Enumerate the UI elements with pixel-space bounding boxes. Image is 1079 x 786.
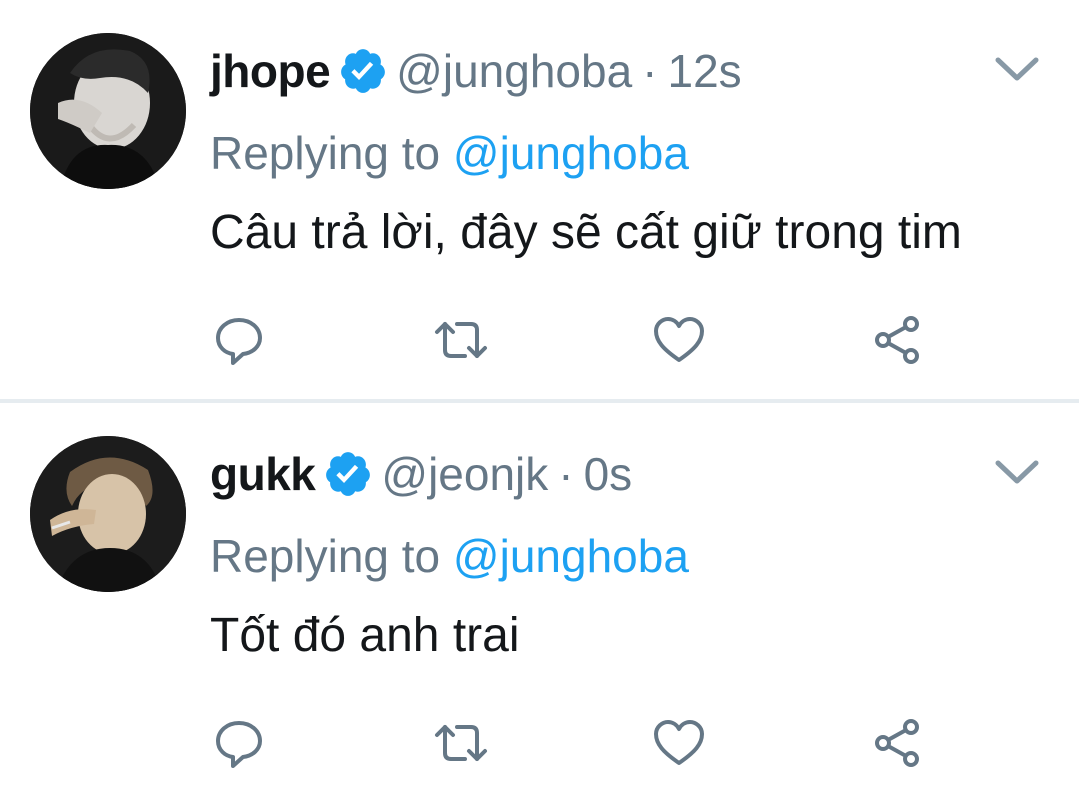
tweet[interactable]: gukk @jeonjk · 0s Replying to @junghoba … [0,403,1079,786]
verified-badge-icon [338,46,388,96]
timestamp[interactable]: 12s [668,44,742,98]
retweet-icon[interactable] [433,715,489,771]
share-icon[interactable] [869,312,925,368]
tweet-header: jhope @junghoba · 12s [210,40,742,102]
tweet-actions [0,715,1079,775]
chevron-down-icon[interactable] [992,455,1042,491]
share-icon[interactable] [869,715,925,771]
heart-icon[interactable] [651,312,707,368]
tweet-actions [0,312,1079,372]
tweet-text: Tốt đó anh trai [210,609,520,662]
reply-icon[interactable] [211,715,267,771]
separator: · [558,448,574,500]
display-name[interactable]: gukk [210,447,316,501]
timestamp[interactable]: 0s [584,447,633,501]
profile-photo [30,33,186,189]
reply-mention-link[interactable]: @junghoba [453,127,689,179]
replying-label: Replying to [210,127,441,179]
profile-photo [30,436,186,592]
replying-to: Replying to @junghoba [210,529,689,583]
replying-to: Replying to @junghoba [210,126,689,180]
avatar[interactable] [30,436,186,592]
reply-icon[interactable] [211,312,267,368]
tweet[interactable]: jhope @junghoba · 12s Replying to @jungh… [0,0,1079,400]
verified-badge-icon [323,449,373,499]
replying-label: Replying to [210,530,441,582]
separator: · [642,45,658,97]
chevron-down-icon[interactable] [992,52,1042,88]
handle[interactable]: @junghoba [396,44,632,98]
handle[interactable]: @jeonjk [381,447,548,501]
avatar[interactable] [30,33,186,189]
retweet-icon[interactable] [433,312,489,368]
tweet-header: gukk @jeonjk · 0s [210,443,632,505]
reply-mention-link[interactable]: @junghoba [453,530,689,582]
tweet-text: Câu trả lời, đây sẽ cất giữ trong tim [210,206,962,259]
heart-icon[interactable] [651,715,707,771]
display-name[interactable]: jhope [210,44,331,98]
